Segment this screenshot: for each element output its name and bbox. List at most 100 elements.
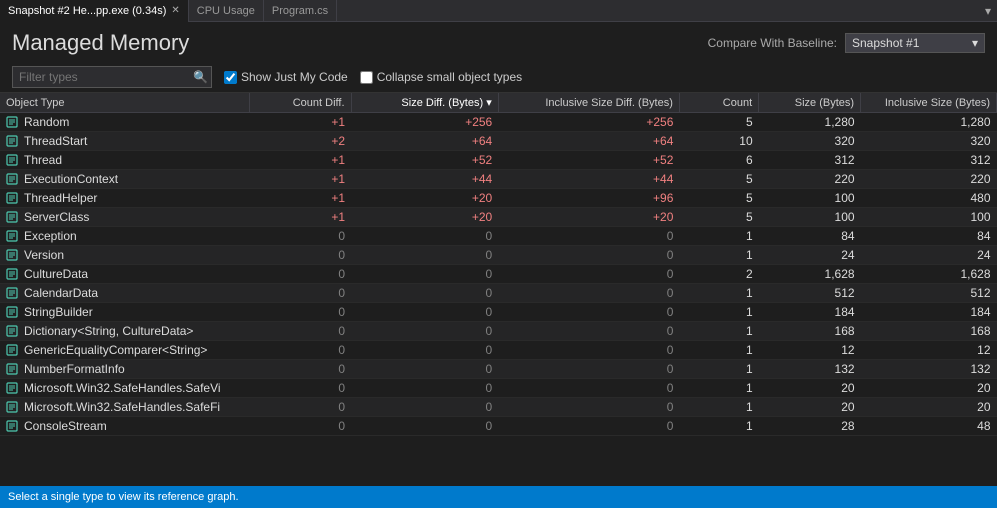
- cell-type: CultureData: [0, 265, 220, 283]
- cell-size-diff: 0: [351, 322, 498, 341]
- cell-count: 10: [679, 132, 758, 151]
- cell-size-diff: +20: [351, 208, 498, 227]
- cell-size: 184: [759, 303, 861, 322]
- title-area: Managed Memory Compare With Baseline: Sn…: [0, 22, 997, 62]
- cell-inc-size: 24: [861, 246, 997, 265]
- table-row[interactable]: Version00012424: [0, 246, 997, 265]
- cell-type-label: ExecutionContext: [24, 172, 118, 186]
- cell-type: Microsoft.Win32.SafeHandles.SafeVie...: [0, 379, 220, 397]
- cell-count-diff: +1: [249, 208, 351, 227]
- cell-inc-size: 512: [861, 284, 997, 303]
- cell-type-label: NumberFormatInfo: [24, 362, 125, 376]
- col-header-size-diff[interactable]: Size Diff. (Bytes) ▾: [351, 93, 498, 113]
- table-row[interactable]: Microsoft.Win32.SafeHandles.SafeVie...00…: [0, 379, 997, 398]
- cell-size-diff: 0: [351, 303, 498, 322]
- tab-dropdown-button[interactable]: ▾: [979, 0, 997, 22]
- cell-count: 1: [679, 322, 758, 341]
- status-text: Select a single type to view its referen…: [8, 491, 239, 503]
- tab-snapshot-close[interactable]: ✕: [171, 5, 179, 16]
- cell-size: 512: [759, 284, 861, 303]
- collapse-wrap[interactable]: Collapse small object types: [360, 70, 522, 84]
- cell-inc-size_diff: +64: [498, 132, 679, 151]
- cell-type-label: ServerClass: [24, 210, 89, 224]
- table-row[interactable]: Random+1+256+25651,2801,280: [0, 113, 997, 132]
- table-row[interactable]: StringBuilder0001184184: [0, 303, 997, 322]
- object-type-icon: [6, 324, 20, 338]
- cell-inc-size_diff: 0: [498, 322, 679, 341]
- cell-inc-size: 312: [861, 151, 997, 170]
- table-row[interactable]: Microsoft.Win32.SafeHandles.SafeFile0001…: [0, 398, 997, 417]
- table-row[interactable]: ExecutionContext+1+44+445220220: [0, 170, 997, 189]
- cell-inc-size: 1,628: [861, 265, 997, 284]
- tab-program-label: Program.cs: [272, 5, 328, 17]
- compare-dropdown-arrow: ▾: [972, 36, 978, 50]
- table-row[interactable]: GenericEqualityComparer<String>00011212: [0, 341, 997, 360]
- object-type-icon: [6, 229, 20, 243]
- cell-count: 1: [679, 417, 758, 436]
- cell-inc-size_diff: +20: [498, 208, 679, 227]
- col-header-inc-size[interactable]: Inclusive Size (Bytes): [861, 93, 997, 113]
- cell-inc-size_diff: 0: [498, 227, 679, 246]
- cell-inc-size: 84: [861, 227, 997, 246]
- cell-count-diff: +1: [249, 189, 351, 208]
- table-row[interactable]: Exception00018484: [0, 227, 997, 246]
- cell-size-diff: 0: [351, 284, 498, 303]
- table-row[interactable]: ConsoleStream00012848: [0, 417, 997, 436]
- cell-inc-size_diff: 0: [498, 303, 679, 322]
- cell-inc-size: 1,280: [861, 113, 997, 132]
- cell-count: 5: [679, 113, 758, 132]
- cell-count-diff: 0: [249, 265, 351, 284]
- cell-size: 220: [759, 170, 861, 189]
- col-header-type[interactable]: Object Type: [0, 93, 249, 113]
- cell-type: ThreadHelper: [0, 189, 220, 207]
- cell-inc-size_diff: 0: [498, 246, 679, 265]
- object-type-icon: [6, 381, 20, 395]
- page-title: Managed Memory: [12, 30, 189, 56]
- col-header-count-diff[interactable]: Count Diff.: [249, 93, 351, 113]
- cell-count-diff: 0: [249, 341, 351, 360]
- table-row[interactable]: ThreadStart+2+64+6410320320: [0, 132, 997, 151]
- cell-count: 5: [679, 170, 758, 189]
- cell-inc-size: 220: [861, 170, 997, 189]
- object-type-icon: [6, 267, 20, 281]
- collapse-checkbox[interactable]: [360, 71, 373, 84]
- cell-inc-size_diff: +96: [498, 189, 679, 208]
- cell-size: 312: [759, 151, 861, 170]
- tab-snapshot[interactable]: Snapshot #2 He...pp.exe (0.34s) ✕: [0, 0, 189, 22]
- col-header-size[interactable]: Size (Bytes): [759, 93, 861, 113]
- filter-input[interactable]: [12, 66, 212, 88]
- cell-type: ConsoleStream: [0, 417, 220, 435]
- tab-cpu[interactable]: CPU Usage: [189, 0, 264, 22]
- cell-inc-size_diff: 0: [498, 360, 679, 379]
- col-header-inc-size-diff[interactable]: Inclusive Size Diff. (Bytes): [498, 93, 679, 113]
- object-type-icon: [6, 305, 20, 319]
- table-row[interactable]: Thread+1+52+526312312: [0, 151, 997, 170]
- col-header-count[interactable]: Count: [679, 93, 758, 113]
- cell-count: 1: [679, 284, 758, 303]
- object-type-icon: [6, 286, 20, 300]
- table-row[interactable]: ServerClass+1+20+205100100: [0, 208, 997, 227]
- show-my-code-wrap[interactable]: Show Just My Code: [224, 70, 348, 84]
- cell-inc-size_diff: +256: [498, 113, 679, 132]
- table-row[interactable]: ThreadHelper+1+20+965100480: [0, 189, 997, 208]
- cell-inc-size_diff: 0: [498, 341, 679, 360]
- cell-size-diff: 0: [351, 398, 498, 417]
- cell-count-diff: 0: [249, 303, 351, 322]
- table-row[interactable]: NumberFormatInfo0001132132: [0, 360, 997, 379]
- cell-size: 320: [759, 132, 861, 151]
- cell-inc-size: 20: [861, 379, 997, 398]
- table-header-row: Object Type Count Diff. Size Diff. (Byte…: [0, 93, 997, 113]
- table-container: Object Type Count Diff. Size Diff. (Byte…: [0, 93, 997, 453]
- cell-size-diff: +64: [351, 132, 498, 151]
- table-row[interactable]: Dictionary<String, CultureData>000116816…: [0, 322, 997, 341]
- show-my-code-checkbox[interactable]: [224, 71, 237, 84]
- compare-dropdown[interactable]: Snapshot #1 ▾: [845, 33, 985, 53]
- cell-count-diff: 0: [249, 360, 351, 379]
- table-row[interactable]: CalendarData0001512512: [0, 284, 997, 303]
- cell-size: 1,628: [759, 265, 861, 284]
- cell-size: 12: [759, 341, 861, 360]
- tab-program[interactable]: Program.cs: [264, 0, 337, 22]
- cell-size: 20: [759, 398, 861, 417]
- table-row[interactable]: CultureData00021,6281,628: [0, 265, 997, 284]
- collapse-label: Collapse small object types: [377, 70, 522, 84]
